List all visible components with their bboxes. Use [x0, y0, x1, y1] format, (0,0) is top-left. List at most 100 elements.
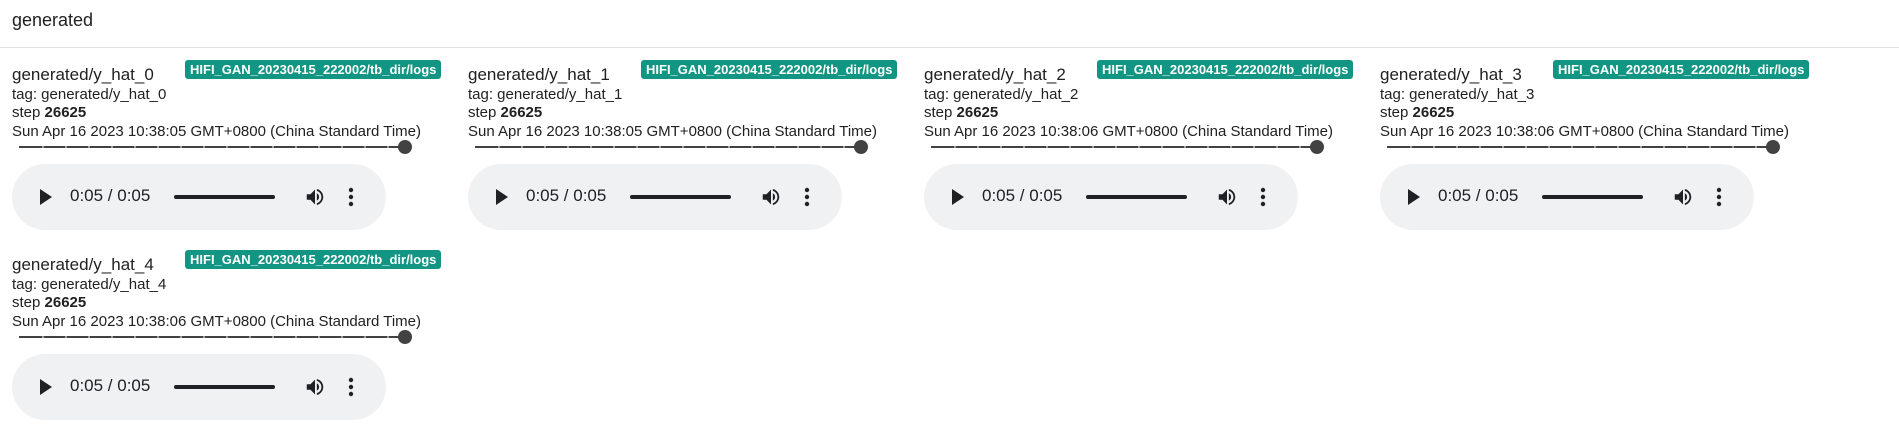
slider-tick [1594, 146, 1596, 148]
slider-tick [226, 146, 228, 148]
slider-tick [1732, 146, 1734, 148]
slider-tick [111, 336, 113, 338]
slider-thumb[interactable] [398, 140, 412, 154]
audio-progress-bar[interactable] [630, 195, 731, 199]
step-label: step [12, 104, 41, 121]
audio-progress-bar[interactable] [1542, 195, 1643, 199]
tag-label: tag: generated/y_hat_2 [924, 86, 1079, 103]
volume-icon[interactable] [1216, 186, 1238, 208]
slider-tick [820, 146, 822, 148]
slider-tick [751, 146, 753, 148]
slider-tick [705, 146, 707, 148]
timestamp: Sun Apr 16 2023 10:38:06 GMT+0800 (China… [1380, 123, 1790, 140]
slider-tick [1663, 146, 1665, 148]
play-icon[interactable] [496, 189, 508, 205]
step-slider[interactable] [19, 329, 412, 345]
slider-tick [134, 336, 136, 338]
step-value: 26625 [956, 104, 999, 121]
timestamp: Sun Apr 16 2023 10:38:06 GMT+0800 (China… [12, 313, 422, 330]
step-slider[interactable] [475, 139, 868, 155]
slider-tick [567, 146, 569, 148]
slider-tick [203, 146, 205, 148]
slider-tick [249, 336, 251, 338]
slider-tick [157, 336, 159, 338]
audio-player: 0:05 / 0:05 [924, 164, 1298, 230]
step-slider[interactable] [19, 139, 412, 155]
slider-tick [180, 336, 182, 338]
slider-tick [88, 146, 90, 148]
step-value: 26625 [500, 104, 543, 121]
step-line: step 26625 [468, 104, 542, 121]
slider-tick [1410, 146, 1412, 148]
slider-tick [728, 146, 730, 148]
slider-tick [157, 146, 159, 148]
slider-tick [954, 146, 956, 148]
step-slider[interactable] [1387, 139, 1780, 155]
tag-label: tag: generated/y_hat_4 [12, 276, 167, 293]
timestamp: Sun Apr 16 2023 10:38:05 GMT+0800 (China… [12, 123, 422, 140]
slider-tick [364, 146, 366, 148]
slider-tick [318, 146, 320, 148]
run-badge: HIFI_GAN_20230415_222002/tb_dir/logs [641, 60, 898, 79]
slider-tick [42, 336, 44, 338]
step-slider[interactable] [931, 139, 1324, 155]
slider-tick [977, 146, 979, 148]
play-icon[interactable] [1408, 189, 1420, 205]
slider-tick [226, 336, 228, 338]
more-vert-icon[interactable] [348, 186, 354, 208]
slider-tick [1709, 146, 1711, 148]
slider-tick [1207, 146, 1209, 148]
slider-tick [1230, 146, 1232, 148]
slider-tick [843, 146, 845, 148]
slider-track [19, 146, 405, 148]
slider-tick [1456, 146, 1458, 148]
audio-progress-bar[interactable] [1086, 195, 1187, 199]
slider-tick [88, 336, 90, 338]
slider-tick [272, 336, 274, 338]
slider-thumb[interactable] [1766, 140, 1780, 154]
section-header[interactable]: generated [0, 0, 1899, 48]
slider-tick [774, 146, 776, 148]
slider-thumb[interactable] [1310, 140, 1324, 154]
timestamp: Sun Apr 16 2023 10:38:05 GMT+0800 (China… [468, 123, 878, 140]
card-title: generated/y_hat_4 [12, 255, 154, 274]
slider-tick [203, 336, 205, 338]
audio-time: 0:05 / 0:05 [70, 186, 151, 205]
slider-tick [364, 336, 366, 338]
slider-tick [1046, 146, 1048, 148]
more-vert-icon[interactable] [804, 186, 810, 208]
volume-icon[interactable] [1672, 186, 1694, 208]
step-value: 26625 [1412, 104, 1455, 121]
slider-thumb[interactable] [854, 140, 868, 154]
play-icon[interactable] [40, 379, 52, 395]
audio-player: 0:05 / 0:05 [468, 164, 842, 230]
volume-icon[interactable] [760, 186, 782, 208]
audio-progress-bar[interactable] [174, 385, 275, 389]
volume-icon[interactable] [304, 376, 326, 398]
play-icon[interactable] [952, 189, 964, 205]
slider-tick [1253, 146, 1255, 148]
slider-tick [1299, 146, 1301, 148]
more-vert-icon[interactable] [1260, 186, 1266, 208]
slider-tick [1502, 146, 1504, 148]
step-value: 26625 [44, 294, 87, 311]
tag-label: tag: generated/y_hat_3 [1380, 86, 1535, 103]
tag-label: tag: generated/y_hat_1 [468, 86, 623, 103]
audio-progress-bar[interactable] [174, 195, 275, 199]
slider-tick [636, 146, 638, 148]
play-icon[interactable] [40, 189, 52, 205]
step-line: step 26625 [12, 104, 86, 121]
slider-track [19, 336, 405, 338]
slider-tick [1184, 146, 1186, 148]
more-vert-icon[interactable] [348, 376, 354, 398]
slider-tick [1433, 146, 1435, 148]
step-label: step [1380, 104, 1409, 121]
slider-tick [1640, 146, 1642, 148]
slider-tick [797, 146, 799, 148]
slider-thumb[interactable] [398, 330, 412, 344]
more-vert-icon[interactable] [1716, 186, 1722, 208]
slider-tick [1138, 146, 1140, 148]
volume-icon[interactable] [304, 186, 326, 208]
run-badge: HIFI_GAN_20230415_222002/tb_dir/logs [185, 60, 442, 79]
run-badge: HIFI_GAN_20230415_222002/tb_dir/logs [1553, 60, 1810, 79]
